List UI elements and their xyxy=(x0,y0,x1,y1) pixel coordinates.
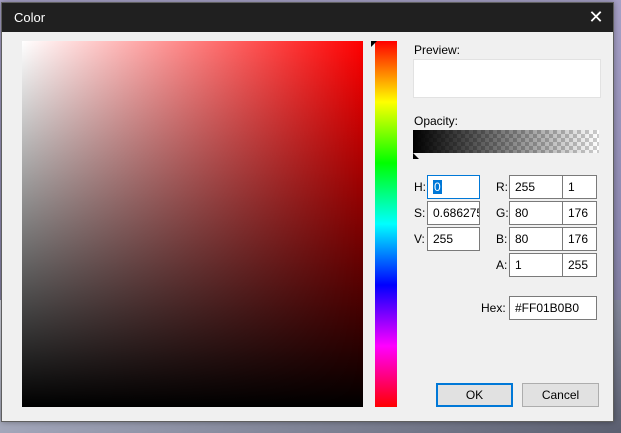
red-float-input[interactable]: 1 xyxy=(562,175,597,199)
saturation-value-picker[interactable] xyxy=(22,41,363,407)
green-field-label: G: xyxy=(496,206,509,220)
blue-field-label: B: xyxy=(496,232,508,246)
hue-slider-marker[interactable] xyxy=(371,41,377,47)
red-field-label: R: xyxy=(496,180,508,194)
opacity-slider-marker[interactable] xyxy=(413,153,419,159)
value-field-label: V: xyxy=(414,232,425,246)
red-input[interactable]: 255 xyxy=(509,175,563,199)
saturation-field-label: S: xyxy=(414,206,426,220)
saturation-input[interactable]: 0.686275 xyxy=(427,201,480,225)
hue-field-label: H: xyxy=(414,180,426,194)
alpha-field-label: A: xyxy=(496,258,508,272)
preview-label: Preview: xyxy=(414,43,461,57)
hex-input[interactable]: #FF01B0B0 xyxy=(509,296,597,320)
color-preview-swatch xyxy=(413,59,601,98)
hex-field-label: Hex: xyxy=(481,301,506,315)
ok-button[interactable]: OK xyxy=(436,383,513,407)
blue-float-input[interactable]: 176 xyxy=(562,227,597,251)
hue-input-value: 0 xyxy=(433,180,442,194)
value-input[interactable]: 255 xyxy=(427,227,480,251)
opacity-label: Opacity: xyxy=(414,114,459,128)
green-input[interactable]: 80 xyxy=(509,201,563,225)
hue-input[interactable]: 0 xyxy=(427,175,480,199)
opacity-slider[interactable] xyxy=(413,130,599,153)
alpha-float-input[interactable]: 255 xyxy=(562,253,597,277)
title-bar: Color ✕ xyxy=(2,3,613,32)
hue-slider[interactable] xyxy=(375,41,397,407)
alpha-input[interactable]: 1 xyxy=(509,253,563,277)
green-float-input[interactable]: 176 xyxy=(562,201,597,225)
cancel-button[interactable]: Cancel xyxy=(522,383,599,407)
close-icon[interactable]: ✕ xyxy=(585,7,607,29)
blue-input[interactable]: 80 xyxy=(509,227,563,251)
window-title: Color xyxy=(14,10,46,25)
